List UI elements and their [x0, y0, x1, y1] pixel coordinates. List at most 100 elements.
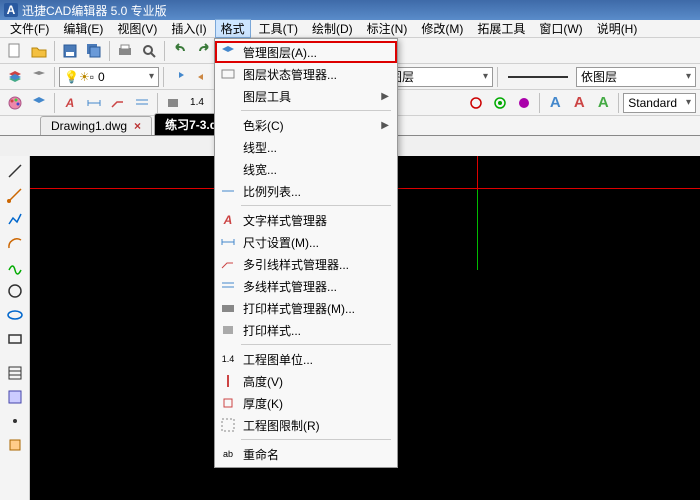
menu-label: 线宽... — [243, 161, 277, 178]
circle1-button[interactable] — [465, 92, 487, 114]
menu-item-print-style-mgr[interactable]: 打印样式管理器(M)... — [215, 297, 397, 319]
line-tool[interactable] — [4, 160, 26, 182]
print-style-button[interactable] — [162, 92, 184, 114]
menu-edit[interactable]: 编辑(E) — [57, 19, 109, 38]
print-button[interactable] — [114, 40, 136, 62]
text-style-button[interactable]: A — [59, 92, 81, 114]
layer-next-button[interactable] — [192, 66, 214, 88]
menu-dimension[interactable]: 标注(N) — [361, 19, 414, 38]
menu-draw[interactable]: 绘制(D) — [306, 19, 359, 38]
menu-extend[interactable]: 拓展工具 — [471, 19, 531, 38]
ray-tool[interactable] — [4, 184, 26, 206]
menu-item-lineweight[interactable]: 线宽... — [215, 158, 397, 180]
separator — [163, 67, 164, 87]
layer-state-button[interactable] — [28, 66, 50, 88]
bylayer-dropdown-2[interactable]: 依图层 — [576, 67, 696, 87]
text-a3-button[interactable]: A — [592, 92, 614, 114]
text-a-icon: A — [66, 96, 75, 110]
undo-button[interactable] — [169, 40, 191, 62]
arc-tool[interactable] — [4, 232, 26, 254]
menu-item-color[interactable]: 色彩(C) ▶ — [215, 114, 397, 136]
app-icon: A — [4, 3, 18, 17]
donut-icon — [492, 95, 508, 111]
separator — [54, 67, 55, 87]
preview-icon — [141, 43, 157, 59]
saveall-button[interactable] — [83, 40, 105, 62]
style-dropdown[interactable]: Standard — [623, 93, 696, 113]
layer-value: 0 — [98, 70, 105, 84]
close-icon[interactable]: × — [134, 119, 141, 133]
mline-icon — [134, 95, 150, 111]
menu-window[interactable]: 窗口(W) — [533, 19, 588, 38]
layer-prev-button[interactable] — [168, 66, 190, 88]
menu-label: 管理图层(A)... — [243, 44, 317, 61]
menu-item-text-style[interactable]: A 文字样式管理器 — [215, 209, 397, 231]
circle2-button[interactable] — [489, 92, 511, 114]
menu-item-units[interactable]: 1.4 工程图单位... — [215, 348, 397, 370]
mleader-button[interactable] — [107, 92, 129, 114]
separator — [241, 439, 391, 440]
preview-button[interactable] — [138, 40, 160, 62]
menu-view[interactable]: 视图(V) — [111, 19, 163, 38]
limits-icon — [219, 416, 237, 434]
open-button[interactable] — [28, 40, 50, 62]
mleader-icon — [219, 255, 237, 273]
ellipse-tool[interactable] — [4, 304, 26, 326]
menu-item-mline-style[interactable]: 多线样式管理器... — [215, 275, 397, 297]
circle-tool[interactable] — [4, 280, 26, 302]
menu-item-print-style[interactable]: 打印样式... — [215, 319, 397, 341]
save-button[interactable] — [59, 40, 81, 62]
menu-label: 尺寸设置(M)... — [243, 234, 319, 251]
menu-item-layer-state[interactable]: 图层状态管理器... — [215, 63, 397, 85]
menu-help[interactable]: 说明(H) — [591, 19, 644, 38]
circle3-button[interactable] — [513, 92, 535, 114]
dim-style-button[interactable] — [83, 92, 105, 114]
dim-icon — [86, 95, 102, 111]
menu-label: 图层工具 — [243, 88, 291, 105]
menu-file[interactable]: 文件(F) — [4, 19, 55, 38]
dim-icon — [219, 233, 237, 251]
layer-dropdown[interactable]: 💡 ☀ ▫ 0 — [59, 67, 159, 87]
layer-next-icon — [195, 69, 211, 85]
redo-button[interactable] — [193, 40, 215, 62]
layers-icon — [219, 43, 237, 61]
menu-item-scale-list[interactable]: 比例列表... — [215, 180, 397, 202]
menu-item-layer-tools[interactable]: 图层工具 ▶ — [215, 85, 397, 107]
style-value: Standard — [628, 96, 677, 110]
menu-item-dim-style[interactable]: 尺寸设置(M)... — [215, 231, 397, 253]
lineweight-sample — [508, 76, 568, 78]
spline-tool[interactable] — [4, 256, 26, 278]
region-tool[interactable] — [4, 386, 26, 408]
text-a2-button[interactable]: A — [568, 92, 590, 114]
hatch-tool[interactable] — [4, 362, 26, 384]
layer-state-icon — [219, 65, 237, 83]
mline-button[interactable] — [131, 92, 153, 114]
text-a1-button[interactable]: A — [544, 92, 566, 114]
block-tool[interactable] — [4, 434, 26, 456]
point-tool[interactable] — [4, 410, 26, 432]
menu-item-mleader-style[interactable]: 多引线样式管理器... — [215, 253, 397, 275]
drawing-units-button[interactable]: 1.4 — [186, 92, 208, 114]
rectangle-tool[interactable] — [4, 328, 26, 350]
menu-item-linetype[interactable]: 线型... — [215, 136, 397, 158]
menu-modify[interactable]: 修改(M) — [415, 19, 469, 38]
layer-manager-button[interactable] — [4, 66, 26, 88]
tab-drawing1[interactable]: Drawing1.dwg × — [40, 116, 152, 135]
layers2-button[interactable] — [28, 92, 50, 114]
menu-item-thickness[interactable]: 厚度(K) — [215, 392, 397, 414]
menu-format[interactable]: 格式 — [215, 19, 251, 38]
menu-item-height[interactable]: 高度(V) — [215, 370, 397, 392]
height-icon — [219, 372, 237, 390]
separator — [497, 67, 498, 87]
color-button[interactable] — [4, 92, 26, 114]
new-button[interactable] — [4, 40, 26, 62]
menu-item-limits[interactable]: 工程图限制(R) — [215, 414, 397, 436]
menu-item-layer-manager[interactable]: 管理图层(A)... — [215, 41, 397, 63]
layers2-icon — [31, 95, 47, 111]
menu-tools[interactable]: 工具(T) — [253, 19, 304, 38]
menu-insert[interactable]: 插入(I) — [165, 19, 212, 38]
a-red-icon: A — [574, 94, 585, 111]
window-title: 迅捷CAD编辑器 5.0 专业版 — [22, 2, 167, 19]
menu-item-rename[interactable]: ab 重命名 — [215, 443, 397, 465]
polyline-tool[interactable] — [4, 208, 26, 230]
